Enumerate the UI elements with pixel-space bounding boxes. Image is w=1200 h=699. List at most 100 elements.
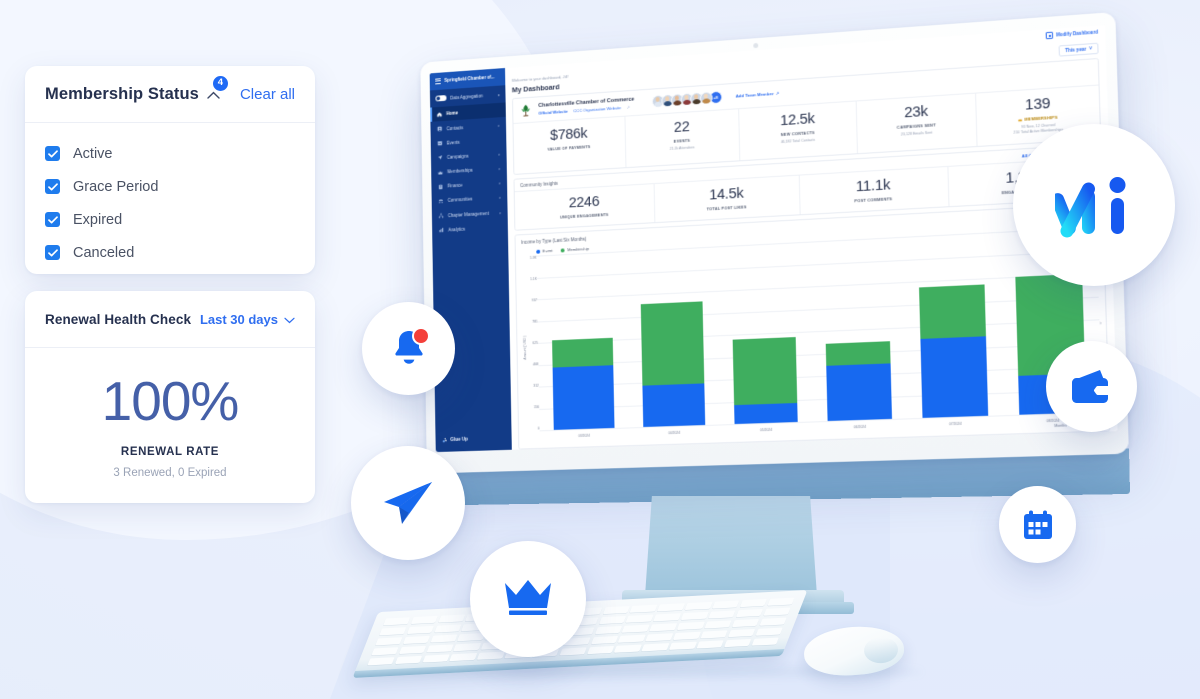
membership-status-card: Membership Status 4 Clear all Active Gra… (25, 66, 315, 274)
membership-status-title: Membership Status (45, 84, 199, 103)
chevron-down-icon (284, 312, 295, 327)
add-team-member-label: Add Team Member (735, 91, 774, 99)
sidebar-item-label: Analytics (448, 226, 466, 233)
membership-status-options: Active Grace Period Expired Canceled (25, 123, 315, 269)
bell-icon[interactable] (390, 326, 430, 369)
dashboard-screen: Springfield Chamber of... Data Aggregati… (429, 24, 1118, 453)
filter-option-label: Active (73, 145, 113, 162)
legend-item-membership[interactable]: Membership (561, 247, 589, 253)
sidebar-item-label: Communities (447, 197, 473, 204)
finance-icon (438, 184, 444, 190)
chart-bar[interactable] (823, 238, 893, 422)
data-aggregation-toggle[interactable] (435, 94, 447, 102)
filter-option-label: Canceled (73, 244, 135, 261)
chart-bar[interactable] (730, 243, 798, 425)
chart-bar[interactable] (550, 252, 615, 430)
chevron-up-icon[interactable] (207, 91, 220, 99)
page-title: My Dashboard (511, 82, 560, 95)
external-link-icon[interactable]: ↗ (627, 104, 630, 109)
glueup-brand-label: Glue Up (450, 436, 469, 443)
send-bubble[interactable] (351, 446, 465, 560)
info-icon[interactable]: ● (498, 92, 500, 97)
bar-segment-membership (918, 284, 987, 340)
events-icon (437, 140, 443, 146)
chart-plot-area: Amount ( USD ) 1.3K 1.1K 937 781 625 468… (521, 227, 1103, 439)
hamburger-menu-icon[interactable] (435, 78, 441, 85)
year-filter-label: This year (1065, 46, 1087, 54)
chevron-down-icon: ˅ (498, 195, 501, 201)
calendar-icon (1023, 510, 1052, 539)
renewal-body: 100% RENEWAL RATE 3 Renewed, 0 Expired (25, 348, 315, 510)
bar-segment-membership (732, 337, 798, 406)
team-avatars[interactable]: +8 (651, 90, 723, 109)
official-website-link[interactable]: Official Website (538, 109, 567, 116)
desktop-monitor-illustration: Springfield Chamber of... Data Aggregati… (352, 11, 1131, 679)
checkbox-checked-icon[interactable] (45, 146, 60, 161)
sidebar-org-label: Springfield Chamber of... (444, 74, 495, 84)
sidebar-item-label: Memberships (447, 167, 473, 175)
kpi-label: MEMBERSHIPS (1024, 114, 1058, 122)
ai-logo-bubble[interactable] (1013, 124, 1175, 286)
sidebar-item-label: Contacts (446, 124, 464, 131)
app-sidebar: Springfield Chamber of... Data Aggregati… (429, 67, 512, 453)
checkbox-checked-icon[interactable] (45, 212, 60, 227)
legend-swatch (536, 249, 540, 254)
sidebar-item-label: Home (446, 110, 459, 117)
sidebar-item-label: Chapter Management (447, 210, 490, 218)
kpi-value: 12.5k (779, 110, 815, 130)
bar-segment-event (920, 336, 989, 418)
filter-option-active[interactable]: Active (45, 137, 295, 170)
filter-option-expired[interactable]: Expired (45, 203, 295, 236)
legend-swatch (561, 248, 565, 253)
chapter-icon (438, 213, 444, 219)
kpi-value: 139 (1024, 94, 1051, 114)
contacts-icon (437, 126, 443, 132)
kpi-value: $786k (550, 124, 588, 144)
wallet-bubble[interactable] (1046, 341, 1137, 432)
bar-segment-membership (825, 341, 891, 366)
analytics-icon (439, 227, 445, 233)
avatar[interactable] (699, 91, 713, 105)
legend-label: Membership (567, 246, 590, 253)
membership-status-title-wrap[interactable]: Membership Status 4 (45, 75, 228, 104)
stat-total-post-likes: 14.5k TOTAL POST LIKES (654, 175, 801, 223)
chevron-down-icon: ˅ (497, 151, 501, 157)
community-insights-title: Community Insights (520, 181, 558, 189)
communities-icon (438, 198, 444, 204)
sidebar-item-analytics[interactable]: Analytics (432, 219, 508, 238)
bar-segment-membership (551, 337, 614, 368)
chevron-right-icon[interactable]: › (1100, 320, 1102, 326)
home-icon (437, 111, 443, 117)
external-link-icon: ↗ (775, 90, 780, 96)
sidebar-item-label: Finance (447, 183, 463, 189)
checkbox-checked-icon[interactable] (45, 179, 60, 194)
chart-canvas: 03/2024 04/2024 05/2024 06/2024 07/2024 08/20… (536, 227, 1103, 439)
add-team-member-button[interactable]: Add Team Member ↗ (736, 90, 780, 99)
filter-option-label: Grace Period (73, 178, 159, 195)
chart-y-axis-title: Amount ( USD ) (522, 335, 528, 361)
renewal-health-check-card: Renewal Health Check Last 30 days 100% R… (25, 291, 315, 503)
kpi-value-of-payments: $786k VALUE OF PAYMENTS (513, 116, 627, 175)
calendar-bubble[interactable] (999, 486, 1076, 563)
glueup-logo: Glue Up (435, 427, 511, 452)
kpi-value: 22 (673, 118, 690, 136)
filter-option-canceled[interactable]: Canceled (45, 236, 295, 269)
stat-post-comments: 11.1k POST COMMENTS (799, 167, 950, 215)
modify-dashboard-icon (1046, 31, 1054, 40)
glueup-mark-icon (442, 437, 448, 443)
chevron-down-icon: ˅ (498, 180, 501, 186)
data-aggregation-label: Data Aggregation (450, 93, 483, 101)
filter-option-grace-period[interactable]: Grace Period (45, 170, 295, 203)
year-filter-dropdown[interactable]: This year ˅ (1058, 42, 1099, 57)
notification-bubble[interactable] (362, 302, 455, 395)
chart-bar[interactable] (640, 248, 706, 428)
membership-bubble[interactable] (470, 541, 586, 657)
checkbox-checked-icon[interactable] (45, 245, 60, 260)
kpi-new-contacts: 12.5k NEW CONTACTS 46,182 Total Contacts (739, 101, 858, 161)
renewal-range-dropdown[interactable]: Last 30 days (200, 312, 295, 327)
chevron-down-icon: ˅ (497, 122, 500, 128)
legend-label: Event (542, 248, 553, 254)
legend-item-event[interactable]: Event (536, 248, 553, 254)
clear-all-button[interactable]: Clear all (240, 86, 295, 103)
chart-bar[interactable] (918, 233, 989, 418)
